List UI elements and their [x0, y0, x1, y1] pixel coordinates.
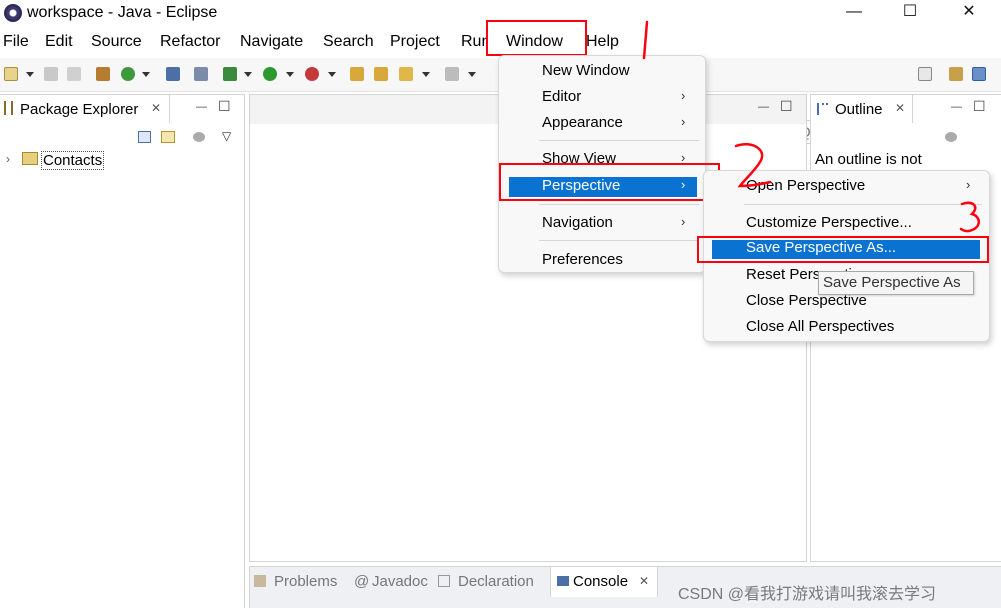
close-icon[interactable]: ✕ — [151, 101, 161, 115]
chevron-down-icon[interactable]: ▽ — [222, 129, 231, 143]
chevron-down-icon[interactable] — [244, 72, 252, 77]
open-folder-icon[interactable] — [374, 67, 388, 81]
menu-separator — [539, 204, 699, 205]
menu-separator — [539, 240, 699, 241]
chevron-right-icon: › — [681, 214, 686, 229]
close-icon[interactable]: ✕ — [639, 574, 649, 588]
menu-item-close-all-perspectives[interactable]: Close All Perspectives — [746, 318, 894, 335]
menu-run[interactable]: Run — [461, 33, 487, 51]
project-folder-icon — [22, 152, 38, 165]
declaration-icon — [438, 575, 450, 587]
tab-label: Package Explorer — [20, 101, 139, 118]
debug-icon[interactable] — [223, 67, 237, 81]
menu-navigate[interactable]: Navigate — [240, 33, 303, 51]
maximize-icon[interactable]: ☐ — [218, 98, 231, 115]
open-project-icon[interactable] — [350, 67, 364, 81]
maximize-icon[interactable]: ☐ — [780, 98, 793, 115]
menu-search[interactable]: Search — [323, 33, 374, 51]
java-ee-perspective-icon[interactable] — [949, 67, 963, 81]
menu-refactor[interactable]: Refactor — [160, 33, 220, 51]
external-tools-icon[interactable] — [305, 67, 319, 81]
minimize-icon[interactable]: — — [826, 0, 882, 26]
close-icon[interactable]: ✕ — [895, 101, 905, 115]
minimize-icon[interactable]: — — [758, 101, 769, 113]
chevron-right-icon[interactable]: › — [6, 152, 10, 166]
save-all-icon[interactable] — [67, 67, 81, 81]
window-title: workspace - Java - Eclipse — [27, 4, 218, 21]
java-perspective-icon[interactable] — [972, 67, 986, 81]
console-icon[interactable] — [166, 67, 180, 81]
console-icon — [557, 576, 569, 586]
menu-item-navigation[interactable]: Navigation — [542, 214, 613, 231]
menu-file[interactable]: File — [3, 33, 29, 51]
menu-project[interactable]: Project — [390, 33, 440, 51]
chevron-right-icon: › — [681, 114, 686, 129]
link-with-editor-icon[interactable] — [161, 131, 175, 143]
chevron-down-icon[interactable] — [142, 72, 150, 77]
package-explorer-view: Package Explorer ✕ — ☐ ▽ › Contacts — [0, 94, 245, 608]
annotation-box-window-menu — [486, 20, 587, 56]
tab-console[interactable]: Console ✕ — [550, 567, 658, 597]
outline-message: An outline is not — [815, 151, 922, 168]
outline-icon — [817, 103, 828, 115]
chevron-right-icon: › — [966, 177, 971, 192]
menu-edit[interactable]: Edit — [45, 33, 73, 51]
new-file-icon[interactable] — [4, 67, 18, 81]
collapse-all-icon[interactable] — [138, 131, 151, 143]
run-icon[interactable] — [263, 67, 277, 81]
package-explorer-icon — [4, 101, 13, 115]
chevron-down-icon[interactable] — [468, 72, 476, 77]
close-icon[interactable]: ✕ — [941, 0, 997, 26]
minimize-icon[interactable]: — — [196, 101, 207, 113]
minimize-icon[interactable]: — — [951, 101, 962, 113]
eclipse-logo-icon — [4, 4, 22, 22]
javadoc-icon: @ — [354, 573, 370, 590]
chevron-down-icon[interactable] — [422, 72, 430, 77]
chevron-down-icon[interactable] — [286, 72, 294, 77]
menu-item-customize-perspective[interactable]: Customize Perspective... — [746, 214, 912, 231]
tree-item-label: Contacts — [41, 151, 105, 170]
chevron-right-icon: › — [681, 88, 686, 103]
menu-source[interactable]: Source — [91, 33, 142, 51]
chevron-down-icon[interactable] — [328, 72, 336, 77]
chevron-down-icon[interactable] — [26, 72, 34, 77]
menu-separator — [744, 204, 982, 205]
next-annotation-icon[interactable] — [445, 67, 459, 81]
menu-item-new-window[interactable]: New Window — [542, 62, 630, 79]
refresh-icon[interactable] — [121, 67, 135, 81]
skip-breakpoints-icon[interactable] — [194, 67, 208, 81]
search-icon[interactable] — [399, 67, 413, 81]
save-icon[interactable] — [44, 67, 58, 81]
maximize-icon[interactable]: ☐ — [973, 98, 986, 115]
tab-label: Outline — [835, 101, 883, 118]
tab-package-explorer[interactable]: Package Explorer ✕ — [0, 95, 170, 123]
tree-item-contacts[interactable]: › Contacts — [4, 151, 124, 171]
menu-item-preferences[interactable]: Preferences — [542, 251, 623, 268]
view-menu-icon[interactable] — [945, 132, 957, 142]
view-menu-icon[interactable] — [193, 132, 205, 142]
watermark: CSDN @看我打游戏请叫我滚去学习 — [678, 586, 937, 603]
menu-separator — [539, 140, 699, 141]
menu-item-editor[interactable]: Editor — [542, 88, 581, 105]
menu-item-open-perspective[interactable]: Open Perspective — [746, 177, 865, 194]
open-perspective-icon[interactable] — [918, 67, 932, 81]
annotation-box-save-perspective — [697, 236, 989, 263]
menu-item-appearance[interactable]: Appearance — [542, 114, 623, 131]
tooltip: Save Perspective As — [818, 271, 974, 295]
tab-outline[interactable]: Outline ✕ — [811, 95, 913, 123]
annotation-box-perspective — [499, 163, 720, 201]
open-type-icon[interactable] — [96, 67, 110, 81]
maximize-icon[interactable]: ☐ — [882, 0, 938, 26]
problems-icon — [254, 575, 266, 587]
menu-help[interactable]: Help — [586, 33, 619, 51]
